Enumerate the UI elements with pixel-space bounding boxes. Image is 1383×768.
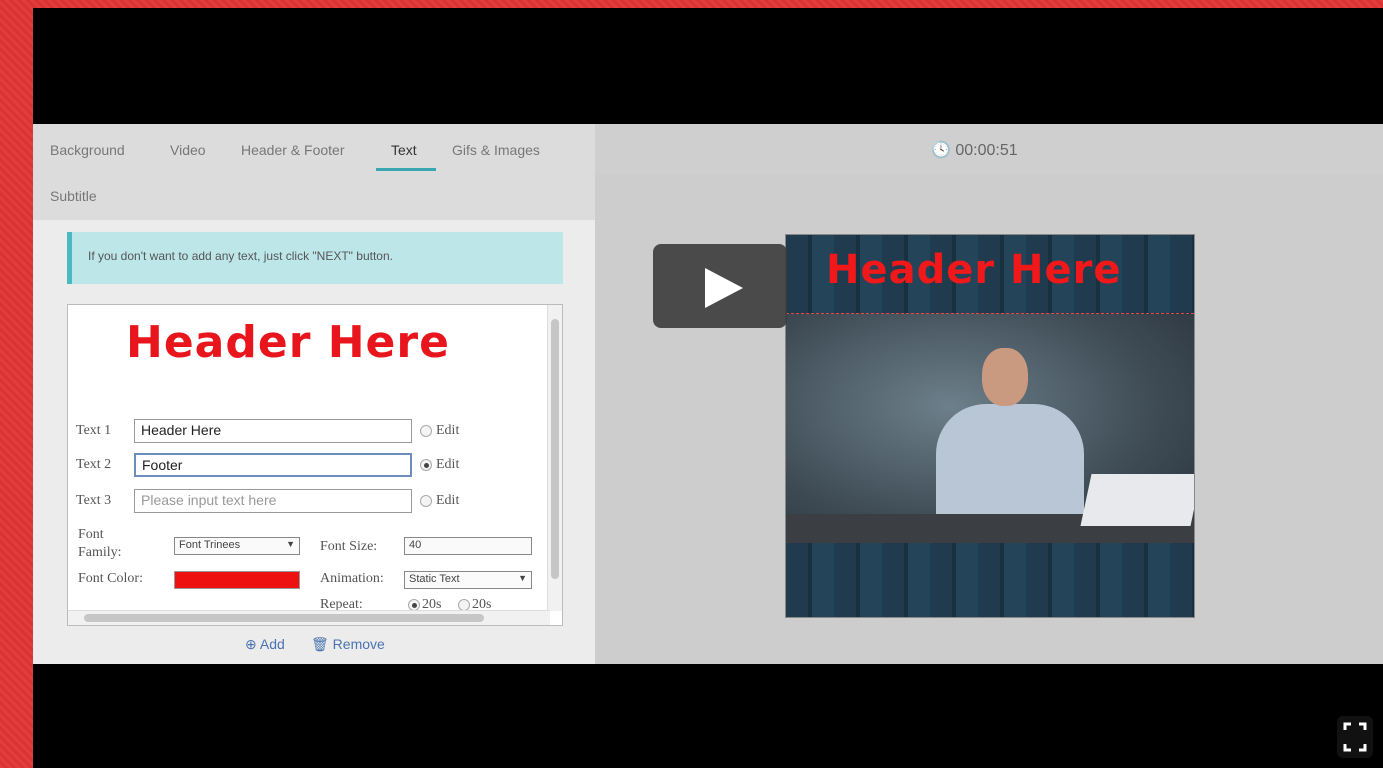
font-size-label: Font Size:: [320, 539, 378, 554]
tab-header-footer[interactable]: Header & Footer: [241, 142, 345, 158]
header-preview-text: Header Here: [126, 317, 450, 368]
animation-select[interactable]: Static Text ▼: [404, 571, 532, 589]
fullscreen-button[interactable]: [1337, 716, 1373, 758]
text3-label: Text 3: [76, 493, 112, 508]
text-editor-box: Header Here Text 1 Header Here Edit Text…: [67, 304, 563, 626]
tab-bar: Background Video Header & Footer Text Gi…: [33, 124, 595, 220]
font-color-label: Font Color:: [78, 571, 143, 586]
vertical-scrollbar[interactable]: [547, 305, 562, 611]
play-icon: [705, 268, 743, 308]
timer-value: 00:00:51: [955, 142, 1018, 159]
info-notice: If you don't want to add any text, just …: [67, 232, 563, 284]
text1-edit-radio[interactable]: [420, 425, 432, 437]
trash-icon: 🗑: [311, 636, 329, 652]
footer-wood-background: [786, 543, 1194, 617]
animation-label: Animation:: [320, 571, 384, 586]
animation-value: Static Text: [409, 573, 460, 585]
font-family-label-line1: Font: [78, 527, 104, 542]
horizontal-scroll-thumb[interactable]: [84, 614, 484, 622]
font-size-input[interactable]: 40: [404, 537, 532, 555]
tab-text[interactable]: Text: [391, 142, 417, 158]
vertical-scroll-thumb[interactable]: [551, 319, 559, 579]
text1-edit-label: Edit: [436, 423, 460, 438]
video-frame: [786, 313, 1194, 545]
font-family-select[interactable]: Font Trinees ▼: [174, 537, 300, 555]
timer: 🕓 00:00:51: [931, 140, 1018, 160]
laptop: [1080, 474, 1194, 526]
tab-gifs-images[interactable]: Gifs & Images: [452, 142, 540, 158]
clock-icon: 🕓: [931, 142, 951, 159]
text3-input[interactable]: Please input text here: [134, 489, 412, 513]
text2-label: Text 2: [76, 457, 112, 472]
text3-edit-radio[interactable]: [420, 495, 432, 507]
text-tab-content: If you don't want to add any text, just …: [33, 220, 595, 664]
font-family-label-line2: Family:: [78, 545, 122, 560]
tab-video[interactable]: Video: [170, 142, 206, 158]
plus-circle-icon: ⊕: [245, 636, 257, 652]
presenter-head: [982, 348, 1028, 406]
font-color-swatch[interactable]: [174, 571, 300, 589]
horizontal-scrollbar[interactable]: [68, 610, 550, 625]
fullscreen-icon: [1343, 722, 1367, 752]
tab-background[interactable]: Background: [50, 142, 125, 158]
chevron-down-icon: ▼: [518, 573, 527, 583]
video-thumbnail: Header Here: [785, 234, 1195, 618]
text2-edit-label: Edit: [436, 457, 460, 472]
video-player: Background Video Header & Footer Text Gi…: [33, 8, 1383, 768]
text2-input[interactable]: Footer: [134, 453, 412, 477]
left-panel: Background Video Header & Footer Text Gi…: [33, 124, 595, 664]
tab-subtitle[interactable]: Subtitle: [50, 188, 97, 204]
editor-app: Background Video Header & Footer Text Gi…: [33, 124, 1383, 664]
active-tab-indicator: [376, 168, 436, 171]
presenter-body: [936, 404, 1084, 514]
text1-label: Text 1: [76, 423, 112, 438]
text1-input[interactable]: Header Here: [134, 419, 412, 443]
add-label: Add: [259, 636, 285, 652]
chevron-down-icon: ▼: [286, 539, 295, 549]
remove-button[interactable]: 🗑 Remove: [311, 636, 385, 653]
thumbnail-header-text: Header Here: [826, 247, 1122, 293]
remove-label: Remove: [332, 636, 385, 652]
play-button[interactable]: [653, 244, 787, 328]
font-family-value: Font Trinees: [179, 539, 241, 551]
text3-edit-label: Edit: [436, 493, 460, 508]
add-button[interactable]: ⊕ Add: [245, 636, 285, 653]
text2-edit-radio[interactable]: [420, 459, 432, 471]
